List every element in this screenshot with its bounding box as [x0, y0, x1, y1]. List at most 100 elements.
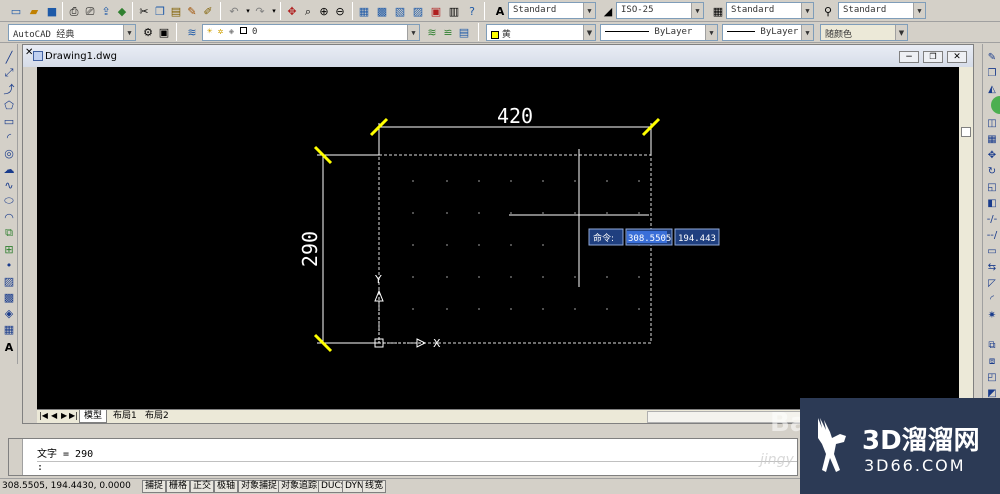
- close-button[interactable]: ✕: [947, 51, 967, 63]
- array-icon[interactable]: ▦: [986, 132, 998, 146]
- save-icon[interactable]: ■: [44, 3, 60, 19]
- block-editor-icon[interactable]: ✐: [200, 3, 216, 19]
- region-icon[interactable]: ◈: [2, 306, 16, 320]
- chamfer-icon[interactable]: ◸: [986, 276, 998, 290]
- polygon-icon[interactable]: ⬠: [2, 98, 16, 112]
- dim-style-select[interactable]: ISO-25 ▼: [616, 2, 704, 19]
- vertical-scrollbar[interactable]: [959, 67, 973, 411]
- line-icon[interactable]: ╱: [2, 50, 16, 64]
- layer-previous-icon[interactable]: ≌: [440, 24, 456, 40]
- break-icon[interactable]: ▭: [986, 244, 998, 258]
- color-select[interactable]: 黄 ▼: [486, 24, 596, 41]
- chevron-down-icon[interactable]: ▼: [407, 25, 419, 40]
- drawing-canvas[interactable]: 420 290 X Y 命令: 308.5505 194.443: [37, 67, 959, 411]
- point-icon[interactable]: •: [2, 258, 16, 272]
- offset-icon[interactable]: ◫: [986, 116, 998, 130]
- cut-icon[interactable]: ✂: [136, 3, 152, 19]
- copy-icon[interactable]: ❐: [152, 3, 168, 19]
- calculator-icon[interactable]: ▥: [446, 3, 462, 19]
- status-lineweight-button[interactable]: 线宽: [362, 480, 387, 493]
- status-snap-button[interactable]: 捕捉: [142, 480, 167, 493]
- construction-line-icon[interactable]: ⤢: [2, 66, 16, 80]
- chevron-down-icon[interactable]: ▼: [913, 3, 925, 18]
- ellipse-arc-icon[interactable]: ◠: [2, 210, 16, 224]
- chevron-down-icon[interactable]: ▼: [801, 25, 813, 40]
- explode-icon[interactable]: ✷: [986, 308, 998, 322]
- print-icon[interactable]: ⎙: [66, 3, 82, 19]
- mtext-icon[interactable]: A: [2, 340, 16, 354]
- layer-select[interactable]: ☀ ✲ ◈ 0 ▼: [202, 24, 420, 41]
- plotstyle-select[interactable]: 随颜色 ▼: [820, 24, 908, 41]
- status-polar-button[interactable]: 极轴: [214, 480, 239, 493]
- polyline-icon[interactable]: ⤴: [2, 82, 16, 96]
- chevron-down-icon[interactable]: ▼: [895, 25, 907, 40]
- scale-icon[interactable]: ◱: [986, 180, 998, 194]
- layer-state-icon[interactable]: ▤: [456, 24, 472, 40]
- zoom-previous-icon[interactable]: ⊖: [332, 3, 348, 19]
- status-ortho-button[interactable]: 正交: [190, 480, 215, 493]
- make-current-layer-icon[interactable]: ≋: [424, 24, 440, 40]
- status-grid-button[interactable]: 栅格: [166, 480, 191, 493]
- revcloud-icon[interactable]: ☁: [2, 162, 16, 176]
- group-icon[interactable]: ⧈: [986, 354, 998, 368]
- tool-palettes-icon[interactable]: ▧: [392, 3, 408, 19]
- markup-icon[interactable]: ▣: [428, 3, 444, 19]
- arc-icon[interactable]: ◜: [2, 130, 16, 144]
- move-icon[interactable]: ✥: [986, 148, 998, 162]
- tab-layout2[interactable]: 布局2: [141, 410, 173, 423]
- copy-object-icon[interactable]: ❐: [986, 66, 998, 80]
- draworder-icon[interactable]: ⧉: [986, 338, 998, 352]
- rectangle-icon[interactable]: ▭: [2, 114, 16, 128]
- hatch-icon[interactable]: ▨: [2, 274, 16, 288]
- command-input[interactable]: :: [37, 461, 797, 473]
- extend-icon[interactable]: --/: [986, 228, 998, 242]
- make-block-icon[interactable]: ⊞: [2, 242, 16, 256]
- insert-block-icon[interactable]: ⧉: [2, 226, 16, 240]
- zoom-realtime-icon[interactable]: ⌕: [300, 3, 316, 19]
- workspace-settings-icon[interactable]: ⚙: [140, 24, 156, 40]
- lineweight-select[interactable]: ByLayer ▼: [722, 24, 814, 41]
- erase-icon[interactable]: ✎: [986, 50, 998, 64]
- zoom-window-icon[interactable]: ⊕: [316, 3, 332, 19]
- chevron-down-icon[interactable]: ▼: [583, 25, 595, 40]
- multileader-style-select[interactable]: Standard ▼: [838, 2, 926, 19]
- chevron-down-icon[interactable]: ▼: [583, 3, 595, 18]
- tab-layout1[interactable]: 布局1: [109, 410, 141, 423]
- trim-icon[interactable]: -/-: [986, 212, 998, 226]
- tab-next-icon[interactable]: ▶: [61, 411, 67, 420]
- ellipse-icon[interactable]: ⬭: [2, 194, 16, 208]
- restore-button[interactable]: ❐: [923, 51, 943, 63]
- sheet-set-icon[interactable]: ▨: [410, 3, 426, 19]
- 3d-publish-icon[interactable]: ◆: [114, 3, 130, 19]
- chevron-down-icon[interactable]: ▼: [705, 25, 717, 40]
- print-preview-icon[interactable]: ⎚: [82, 3, 98, 19]
- spline-icon[interactable]: ∿: [2, 178, 16, 192]
- minimize-button[interactable]: −: [899, 51, 919, 63]
- fillet-icon[interactable]: ◜: [986, 292, 998, 306]
- gradient-icon[interactable]: ▩: [2, 290, 16, 304]
- chevron-down-icon[interactable]: ▼: [801, 3, 813, 18]
- join-icon[interactable]: ⇆: [986, 260, 998, 274]
- tab-last-icon[interactable]: ▶|: [69, 411, 78, 420]
- new-file-icon[interactable]: ▭: [8, 3, 24, 19]
- rotate-icon[interactable]: ↻: [986, 164, 998, 178]
- publish-icon[interactable]: ⇪: [98, 3, 114, 19]
- text-style-select[interactable]: Standard ▼: [508, 2, 596, 19]
- chevron-down-icon[interactable]: ▼: [691, 3, 703, 18]
- properties-icon[interactable]: ▦: [356, 3, 372, 19]
- mirror-icon[interactable]: ◭: [986, 82, 998, 96]
- workspace-customize-icon[interactable]: ▣: [156, 24, 172, 40]
- help-icon[interactable]: ?: [464, 3, 480, 19]
- open-file-icon[interactable]: ▰: [26, 3, 42, 19]
- status-otrack-button[interactable]: 对象追踪: [278, 480, 321, 493]
- coordinate-display[interactable]: 308.5505, 194.4430, 0.0000: [2, 481, 131, 491]
- table-style-select[interactable]: Standard ▼: [726, 2, 814, 19]
- circle-icon[interactable]: ◎: [2, 146, 16, 160]
- tab-prev-icon[interactable]: ◀: [51, 411, 57, 420]
- table-icon[interactable]: ▦: [2, 322, 16, 336]
- chevron-down-icon[interactable]: ▼: [123, 25, 135, 40]
- dynamic-input[interactable]: 命令: 308.5505 194.443: [588, 228, 720, 246]
- layer-manager-icon[interactable]: ≋: [184, 24, 200, 40]
- linetype-select[interactable]: ByLayer ▼: [600, 24, 718, 41]
- stretch-icon[interactable]: ◧: [986, 196, 998, 210]
